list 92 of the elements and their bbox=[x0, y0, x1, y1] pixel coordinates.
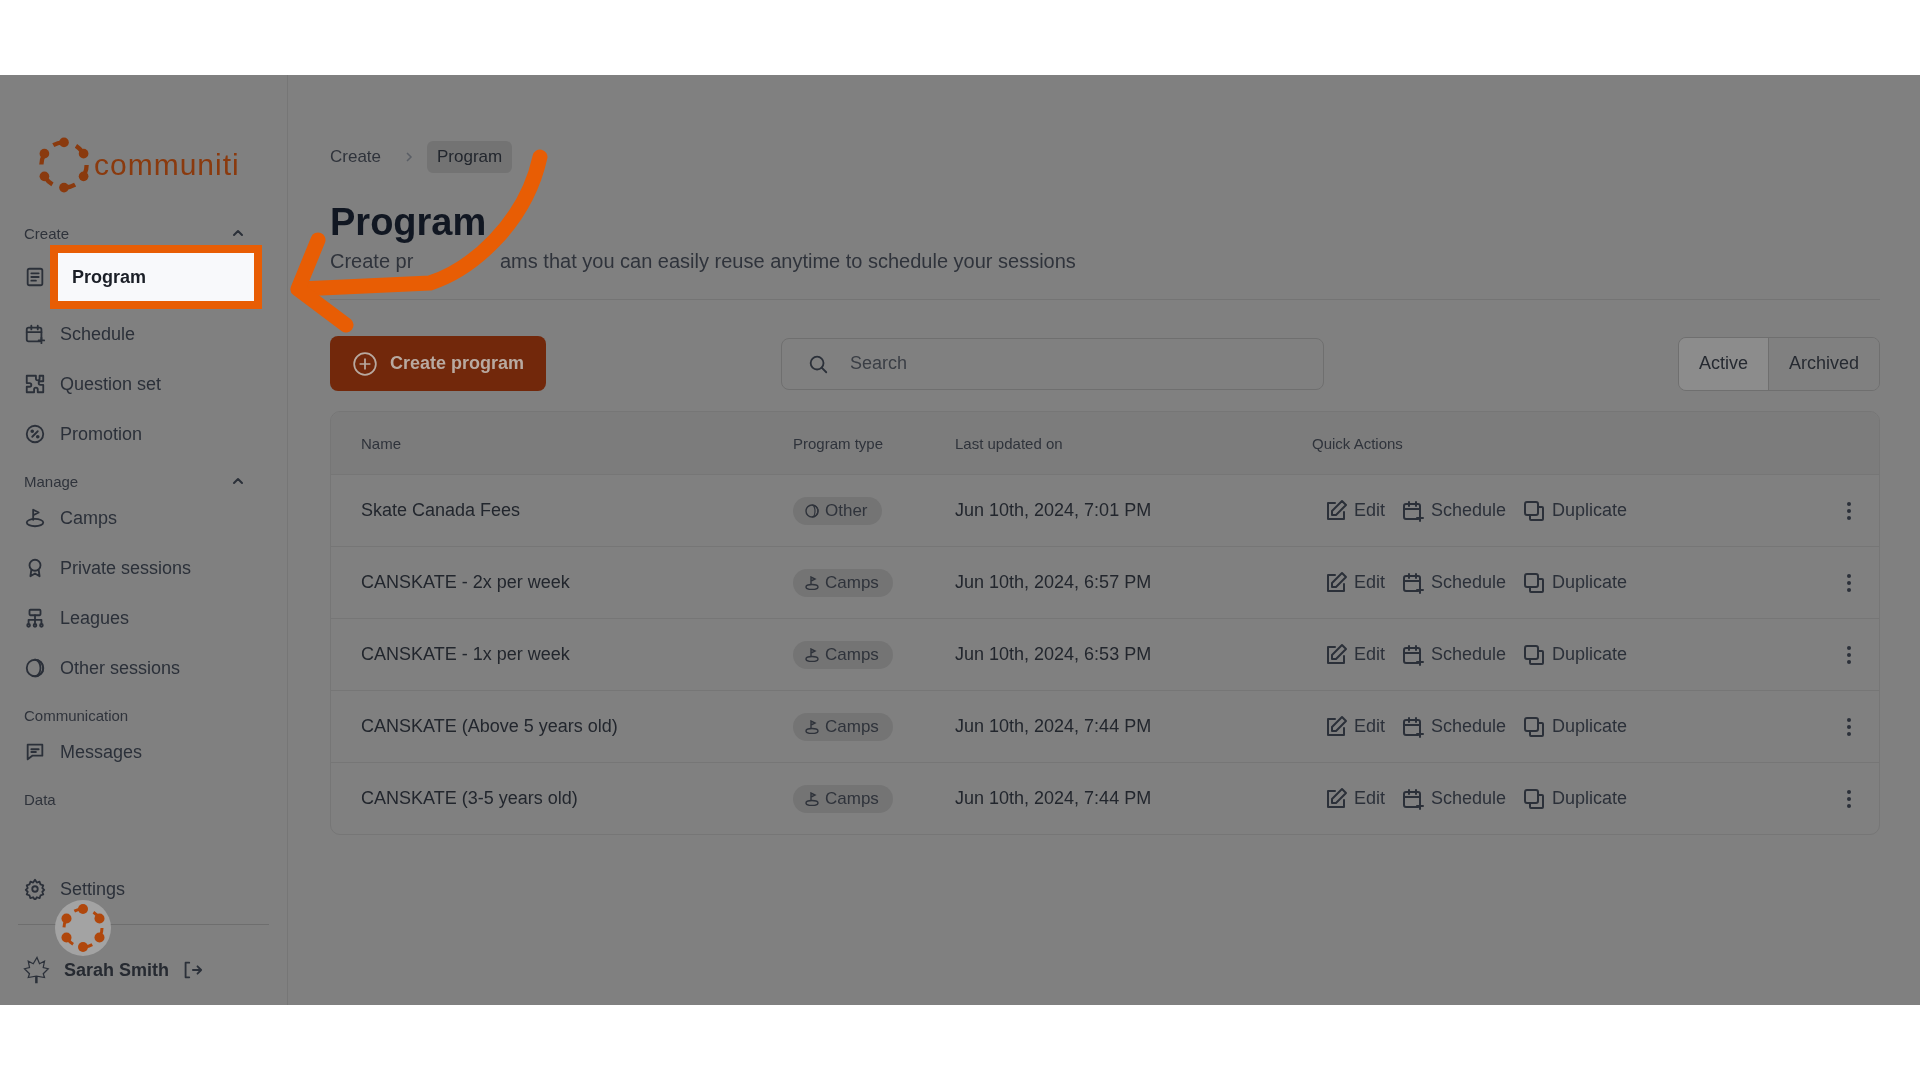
message-icon bbox=[24, 741, 46, 763]
edit-icon bbox=[1324, 498, 1348, 523]
column-header: Program type bbox=[793, 434, 885, 452]
type-badge: Camps bbox=[793, 784, 893, 813]
sidebar-item[interactable]: Leagues bbox=[60, 593, 130, 643]
edit-icon bbox=[1324, 570, 1348, 595]
copy-icon bbox=[1522, 570, 1547, 595]
filter-tab[interactable]: Archived bbox=[1767, 337, 1879, 390]
breadcrumb-link[interactable]: Program bbox=[427, 141, 513, 173]
action-link[interactable]: Schedule bbox=[1401, 570, 1507, 595]
action-link[interactable]: Edit bbox=[1324, 714, 1386, 739]
copy-icon bbox=[1522, 786, 1547, 811]
sidebar-item[interactable]: Schedule bbox=[60, 309, 136, 359]
table-cell-text: Jun 10th, 2024, 7:44 PM bbox=[955, 788, 1153, 809]
logo-text: communiti bbox=[94, 148, 240, 182]
table-cell-text: CANSKATE - 2x per week bbox=[361, 572, 571, 593]
section-label: Communication bbox=[24, 706, 129, 724]
action-link[interactable]: Edit bbox=[1324, 570, 1386, 595]
type-badge: Camps bbox=[793, 640, 893, 669]
column-header: Last updated on bbox=[955, 434, 1064, 452]
action-link[interactable]: Edit bbox=[1324, 498, 1386, 523]
hierarchy-icon bbox=[24, 607, 46, 629]
copy-icon bbox=[1522, 642, 1547, 667]
calendar-plus-icon bbox=[1401, 786, 1426, 811]
action-link[interactable]: Duplicate bbox=[1522, 498, 1628, 523]
dotted-ring-drawing bbox=[55, 900, 111, 956]
settings-icon bbox=[24, 878, 46, 900]
document-icon bbox=[24, 266, 46, 288]
sidebar-item[interactable]: Camps bbox=[60, 493, 117, 543]
user-name: Sarah Smith bbox=[64, 959, 170, 981]
section-label: Data bbox=[24, 790, 56, 808]
table-cell-text: Skate Canada Fees bbox=[361, 500, 522, 521]
action-link[interactable]: Edit bbox=[1324, 642, 1386, 667]
more-options-icon[interactable] bbox=[1846, 572, 1852, 593]
half-circle-icon bbox=[24, 657, 46, 679]
more-options-icon[interactable] bbox=[1846, 716, 1852, 737]
table-cell-text: CANSKATE (Above 5 years old) bbox=[361, 716, 619, 737]
table-cell-text: Jun 10th, 2024, 7:44 PM bbox=[955, 716, 1153, 737]
action-link[interactable]: Schedule bbox=[1401, 642, 1507, 667]
action-link[interactable]: Schedule bbox=[1401, 714, 1507, 739]
page-title: Program bbox=[330, 201, 488, 244]
dotted-ring-logo-icon bbox=[36, 137, 92, 193]
calendar-plus-icon bbox=[24, 323, 46, 345]
sidebar-item[interactable]: Messages bbox=[60, 727, 143, 777]
puzzle-icon bbox=[24, 373, 46, 395]
section-label: Manage bbox=[24, 472, 79, 490]
leaf-icon bbox=[22, 955, 52, 985]
more-options-icon[interactable] bbox=[1846, 500, 1852, 521]
table-cell-text: Jun 10th, 2024, 7:01 PM bbox=[955, 500, 1153, 521]
plus-circle-icon bbox=[352, 350, 378, 377]
action-link[interactable]: Schedule bbox=[1401, 498, 1507, 523]
column-header: Name bbox=[361, 434, 402, 452]
type-badge: Camps bbox=[793, 568, 893, 597]
action-link[interactable]: Edit bbox=[1324, 786, 1386, 811]
column-header: Quick Actions bbox=[1312, 434, 1404, 452]
more-options-icon[interactable] bbox=[1846, 644, 1852, 665]
filter-tab[interactable]: Active bbox=[1678, 337, 1768, 390]
action-link[interactable]: Duplicate bbox=[1522, 642, 1628, 667]
section-label: Create bbox=[24, 224, 70, 242]
action-link[interactable]: Duplicate bbox=[1522, 714, 1628, 739]
table-cell-text: CANSKATE - 1x per week bbox=[361, 644, 571, 665]
percent-icon bbox=[24, 423, 46, 445]
sidebar-item[interactable]: Question set bbox=[60, 359, 162, 409]
table-cell-text: CANSKATE (3-5 years old) bbox=[361, 788, 579, 809]
action-link[interactable]: Duplicate bbox=[1522, 570, 1628, 595]
table-cell-text: Jun 10th, 2024, 6:57 PM bbox=[955, 572, 1153, 593]
edit-icon bbox=[1324, 786, 1348, 811]
page-subtitle: ams that you can easily reuse anytime to schedule your sessions bbox=[500, 250, 1076, 273]
half-circle-icon bbox=[805, 503, 819, 518]
copy-icon bbox=[1522, 714, 1547, 739]
type-badge: Other bbox=[793, 496, 882, 525]
more-options-icon[interactable] bbox=[1846, 788, 1852, 809]
sidebar-item[interactable]: Settings bbox=[18, 864, 269, 914]
search-field[interactable]: Search bbox=[781, 337, 1325, 390]
action-link[interactable]: Duplicate bbox=[1522, 786, 1628, 811]
edit-icon bbox=[1324, 714, 1348, 739]
action-link[interactable]: Schedule bbox=[1401, 786, 1507, 811]
table-cell-text: Jun 10th, 2024, 6:53 PM bbox=[955, 644, 1153, 665]
calendar-plus-icon bbox=[1401, 498, 1426, 523]
sidebar-item[interactable]: Private sessions bbox=[60, 543, 192, 593]
calendar-plus-icon bbox=[1401, 570, 1426, 595]
create-program-button[interactable]: Create program bbox=[330, 336, 547, 391]
sidebar-item[interactable]: Promotion bbox=[60, 409, 143, 459]
calendar-plus-icon bbox=[1401, 642, 1426, 667]
sidebar-item[interactable]: Other sessions bbox=[60, 643, 181, 693]
edit-icon bbox=[1324, 642, 1348, 667]
breadcrumb-link[interactable]: Create bbox=[330, 141, 392, 173]
copy-icon bbox=[1522, 498, 1547, 523]
calendar-plus-icon bbox=[1401, 714, 1426, 739]
page-subtitle: Create pr bbox=[330, 250, 415, 273]
sidebar-item[interactable]: Program bbox=[50, 245, 262, 309]
type-badge: Camps bbox=[793, 712, 893, 741]
